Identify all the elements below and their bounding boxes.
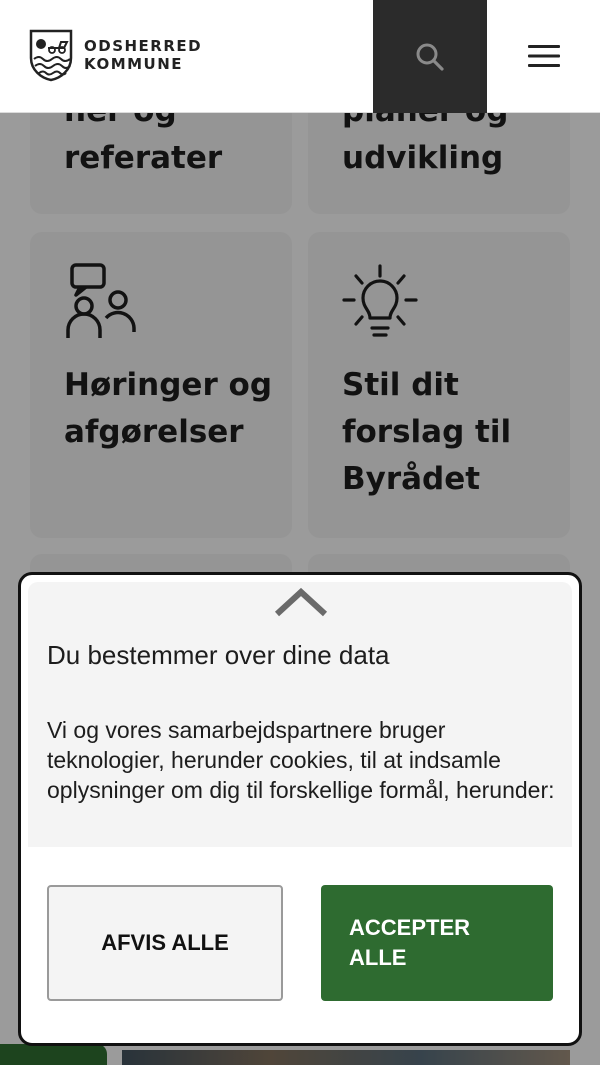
search-button[interactable]: [373, 0, 487, 113]
chevron-up-icon[interactable]: [273, 586, 329, 618]
cookie-dialog-title: Du bestemmer over dine data: [47, 640, 390, 670]
accept-all-button[interactable]: ACCEPTER ALLE: [321, 885, 553, 1001]
reject-all-button[interactable]: AFVIS ALLE: [47, 885, 283, 1001]
logo-line-1: ODSHERRED: [84, 37, 203, 55]
logo-wordmark: ODSHERRED KOMMUNE: [84, 37, 202, 73]
menu-button[interactable]: [510, 32, 578, 80]
cookie-dialog-panel: Du bestemmer over dine data Vi og vores …: [28, 582, 572, 1036]
hamburger-menu-icon: [528, 45, 560, 67]
search-icon: [416, 43, 444, 71]
logo-line-2: KOMMUNE: [84, 55, 184, 73]
cookie-dialog-text: Vi og vores samarbejdspartnere bruger te…: [47, 717, 555, 803]
odsherred-logo[interactable]: ODSHERRED KOMMUNE: [28, 28, 202, 82]
cookie-dialog-content: Du bestemmer over dine data Vi og vores …: [28, 582, 572, 847]
coat-of-arms-icon: [29, 29, 73, 82]
cookie-consent-dialog: Du bestemmer over dine data Vi og vores …: [18, 572, 582, 1046]
site-header: ODSHERRED KOMMUNE: [0, 0, 600, 113]
